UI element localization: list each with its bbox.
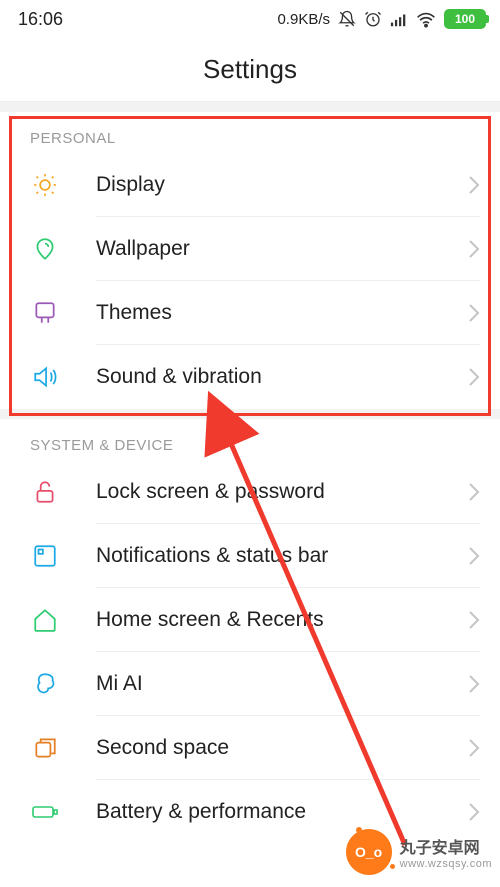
system-header: SYSTEM & DEVICE [0,419,500,460]
display-icon [30,170,60,200]
alarm-icon [364,10,382,28]
chevron-right-icon [468,175,480,195]
chevron-right-icon [468,367,480,387]
row-miai[interactable]: Mi AI [0,652,500,716]
row-sound-label: Sound & vibration [96,365,468,389]
section-gap [0,102,500,112]
row-lock[interactable]: Lock screen & password [0,460,500,524]
row-lock-label: Lock screen & password [96,480,468,504]
chevron-right-icon [468,303,480,323]
row-notifications-label: Notifications & status bar [96,544,468,568]
personal-section: PERSONAL Display Wallpaper Themes [0,112,500,409]
chevron-right-icon [468,482,480,502]
chevron-right-icon [468,239,480,259]
chevron-right-icon [468,546,480,566]
row-battery-label: Battery & performance [96,800,468,824]
wallpaper-icon [30,234,60,264]
row-themes-label: Themes [96,301,468,325]
battery-icon: 100 [444,9,486,29]
chevron-right-icon [468,610,480,630]
row-display[interactable]: Display [0,153,500,217]
sound-icon [30,362,60,392]
miai-icon [30,669,60,699]
screen: 16:06 0.9KB/s 100 Settings PERSONAL [0,0,500,887]
row-second-space[interactable]: Second space [0,716,500,780]
row-themes[interactable]: Themes [0,281,500,345]
second-space-icon [30,733,60,763]
system-section: SYSTEM & DEVICE Lock screen & password N… [0,419,500,844]
dnd-icon [338,10,356,28]
wifi-icon [416,10,436,28]
chevron-right-icon [468,802,480,822]
chevron-right-icon [468,674,480,694]
battery-perf-icon [30,797,60,827]
watermark-logo: O_o [346,829,392,875]
row-miai-label: Mi AI [96,672,468,696]
notifications-icon [30,541,60,571]
section-gap [0,409,500,419]
row-second-label: Second space [96,736,468,760]
row-notifications[interactable]: Notifications & status bar [0,524,500,588]
row-wallpaper[interactable]: Wallpaper [0,217,500,281]
status-bar: 16:06 0.9KB/s 100 [0,0,500,38]
row-home-label: Home screen & Recents [96,608,468,632]
watermark-name: 丸子安卓网 [400,840,480,857]
row-sound[interactable]: Sound & vibration [0,345,500,409]
chevron-right-icon [468,738,480,758]
lock-icon [30,477,60,507]
watermark: O_o 丸子安卓网 www.wzsqsy.com [346,829,492,875]
clock-text: 16:06 [18,9,277,30]
home-icon [30,605,60,635]
row-wallpaper-label: Wallpaper [96,237,468,261]
row-display-label: Display [96,173,468,197]
network-speed: 0.9KB/s [277,11,330,28]
personal-header: PERSONAL [0,112,500,153]
row-home[interactable]: Home screen & Recents [0,588,500,652]
signal-icon [390,10,408,28]
themes-icon [30,298,60,328]
watermark-url: www.wzsqsy.com [400,858,492,870]
page-title: Settings [0,38,500,102]
